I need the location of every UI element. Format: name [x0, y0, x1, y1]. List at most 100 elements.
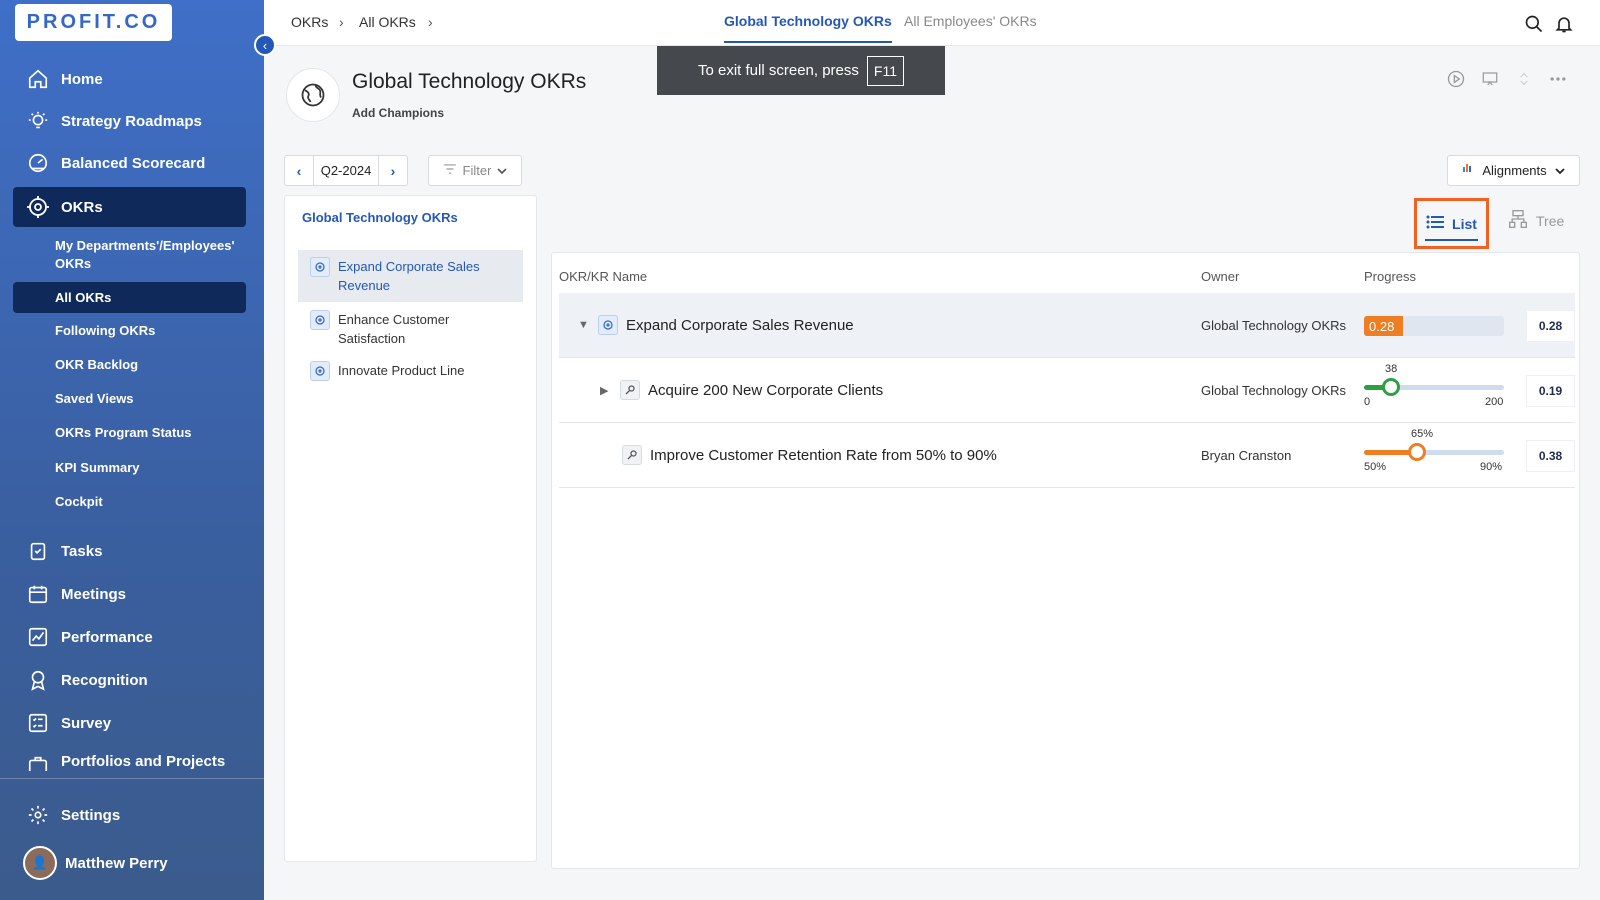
fullscreen-toast: To exit full screen, press F11 [657, 46, 945, 95]
sub-cockpit[interactable]: Cockpit [13, 493, 246, 511]
chevron-down-icon [497, 163, 508, 178]
profitco-logo[interactable]: PROFIT.CO [15, 4, 172, 41]
sub-okrs-program-status[interactable]: OKRs Program Status [13, 424, 246, 442]
nav-strategy-label: Strategy Roadmaps [61, 112, 202, 130]
presentation-icon[interactable] [1479, 68, 1501, 90]
key-result-icon [622, 445, 642, 465]
search-icon[interactable] [1524, 14, 1544, 34]
objective-list-item[interactable]: Expand Corporate Sales Revenue [298, 250, 523, 302]
tab-global-technology-okrs[interactable]: Global Technology OKRs [724, 13, 892, 43]
sub-all-okrs[interactable]: All OKRs [13, 282, 246, 313]
fullscreen-toast-text: To exit full screen, press [698, 62, 859, 79]
kr-name[interactable]: ▶ Acquire 200 New Corporate Clients [600, 380, 883, 400]
collapse-sidebar-button[interactable]: ‹ [254, 34, 276, 56]
sub-saved-views[interactable]: Saved Views [13, 390, 246, 408]
tree-view-label: Tree [1536, 212, 1565, 229]
objective-list-title[interactable]: Global Technology OKRs [302, 210, 458, 225]
nav-survey[interactable]: Survey [13, 703, 246, 743]
column-header-owner: Owner [1201, 269, 1240, 284]
sub-kpi-summary[interactable]: KPI Summary [13, 459, 246, 477]
clipboard-check-icon [26, 539, 50, 563]
breadcrumb-separator-icon: › [428, 14, 433, 30]
key-result-icon [620, 380, 640, 400]
briefcase-icon [26, 753, 50, 771]
top-bar: OKRs › All OKRs › Global Technology OKRs… [264, 0, 1600, 46]
slider-current-value: 65% [1411, 428, 1434, 440]
add-champions-link[interactable]: Add Champions [352, 106, 444, 120]
chevron-left-icon: ‹ [296, 162, 302, 179]
table-row[interactable]: ▼ Expand Corporate Sales Revenue Global … [559, 293, 1575, 358]
calendar-icon [26, 582, 50, 606]
slider-max: 90% [1480, 461, 1503, 473]
target-icon [26, 195, 50, 219]
chevron-right-icon: › [390, 162, 396, 179]
lightbulb-icon [26, 109, 50, 133]
nav-recognition[interactable]: Recognition [13, 660, 246, 700]
progress-slider[interactable] [1364, 443, 1504, 461]
next-period-button[interactable]: › [379, 156, 407, 185]
okr-name[interactable]: ▼ Expand Corporate Sales Revenue [578, 315, 854, 335]
slider-min: 50% [1364, 461, 1387, 473]
page-title: Global Technology OKRs [352, 70, 587, 93]
table-row[interactable]: Improve Customer Retention Rate from 50%… [559, 423, 1575, 488]
nav-strategy-roadmaps[interactable]: Strategy Roadmaps [13, 101, 246, 141]
objective-list-item[interactable]: Innovate Product Line [298, 354, 523, 388]
chart-line-icon [26, 625, 50, 649]
kr-owner: Global Technology OKRs [1201, 383, 1347, 398]
okr-owner: Global Technology OKRs [1201, 318, 1347, 333]
objective-list-label: Innovate Product Line [338, 363, 465, 378]
objective-list-item[interactable]: Enhance Customer Satisfaction [298, 303, 523, 355]
slider-max: 200 [1485, 396, 1504, 408]
nav-settings[interactable]: Settings [13, 795, 246, 835]
globe-icon [286, 68, 340, 122]
nav-survey-label: Survey [61, 714, 112, 732]
nav-balanced-scorecard[interactable]: Balanced Scorecard [13, 143, 246, 183]
bell-icon[interactable] [1554, 14, 1574, 34]
user-profile[interactable]: 👤 Matthew Perry [13, 843, 246, 883]
breadcrumb-separator-icon: › [339, 14, 344, 30]
more-options-icon[interactable] [1547, 68, 1569, 90]
slider-thumb[interactable] [1382, 378, 1400, 396]
expand-caret-icon[interactable]: ▶ [600, 384, 612, 397]
nav-tasks[interactable]: Tasks [13, 531, 246, 571]
progress-slider[interactable] [1364, 378, 1504, 396]
list-view-label: List [1452, 215, 1477, 232]
breadcrumb-all-okrs[interactable]: All OKRs [359, 14, 416, 30]
period-value[interactable]: Q2-2024 [313, 156, 379, 185]
prev-period-button[interactable]: ‹ [285, 156, 313, 185]
period-selector: ‹ Q2-2024 › [284, 155, 408, 186]
nav-performance-label: Performance [61, 628, 153, 646]
nav-settings-label: Settings [61, 806, 121, 824]
alignments-label: Alignments [1482, 163, 1547, 178]
progress-bar: 0.28 [1364, 316, 1504, 336]
objective-list-label: Expand Corporate Sales Revenue [338, 259, 480, 293]
nav-okrs[interactable]: OKRs [13, 187, 246, 227]
table-row[interactable]: ▶ Acquire 200 New Corporate Clients Glob… [559, 358, 1575, 423]
objective-list-label: Enhance Customer Satisfaction [338, 312, 450, 346]
filter-label: Filter [462, 163, 492, 178]
sidebar-divider [0, 778, 264, 779]
nav-meetings[interactable]: Meetings [13, 574, 246, 614]
nav-home-label: Home [61, 70, 103, 88]
sub-my-departments[interactable]: My Departments'/Employees' OKRs [13, 237, 246, 273]
expand-collapse-icon[interactable] [1513, 68, 1535, 90]
nav-performance[interactable]: Performance [13, 617, 246, 657]
nav-home[interactable]: Home [13, 59, 246, 99]
kr-name[interactable]: Improve Customer Retention Rate from 50%… [622, 445, 997, 465]
collapse-caret-icon[interactable]: ▼ [578, 319, 590, 331]
list-view-button[interactable]: List [1414, 198, 1489, 249]
okr-name-label: Expand Corporate Sales Revenue [626, 316, 854, 334]
slider-thumb[interactable] [1408, 443, 1426, 461]
column-header-name: OKR/KR Name [559, 269, 648, 284]
tab-all-employees-okrs[interactable]: All Employees' OKRs [904, 13, 1037, 29]
sub-okr-backlog[interactable]: OKR Backlog [13, 356, 246, 374]
alignments-button[interactable]: Alignments [1447, 155, 1580, 186]
sub-following-okrs[interactable]: Following OKRs [13, 322, 246, 340]
play-icon[interactable] [1445, 68, 1467, 90]
tree-view-button[interactable]: Tree [1508, 209, 1564, 232]
page-header: Global Technology OKRs Add Champions To … [264, 46, 1600, 146]
breadcrumb-okrs[interactable]: OKRs [291, 14, 328, 30]
column-header-progress: Progress [1364, 269, 1417, 284]
nav-portfolios[interactable]: Portfolios and Projects [13, 747, 246, 771]
filter-button[interactable]: Filter [428, 155, 522, 186]
